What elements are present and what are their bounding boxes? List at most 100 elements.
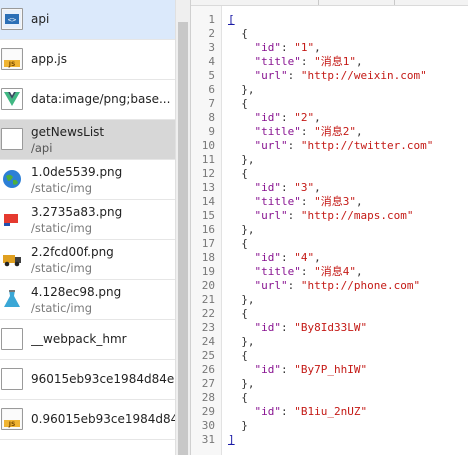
line-number: 25 [201, 349, 215, 362]
request-name: 3.2735a83.png [31, 205, 123, 219]
line-number: 9 [208, 125, 215, 138]
request-name: 1.0de5539.png [31, 165, 123, 179]
line-number-gutter: 1 2 3 4 5 6 7 8 9 10 11 12 13 14 15 16 17 18 19 20 21 22 23 24 2… [191, 6, 222, 455]
json-file-icon: <> [1, 8, 23, 30]
svg-text:JS: JS [8, 421, 16, 428]
line-number: 2 [208, 27, 215, 40]
json-line: "title": "消息3", [254, 195, 363, 208]
request-name: 4.128ec98.png [31, 285, 122, 299]
request-name: 96015eb93ce1984d84e7.hc [31, 372, 175, 386]
json-line: { [228, 167, 248, 181]
line-number: 28 [201, 391, 215, 404]
line-number: 26 [201, 363, 215, 376]
flask-image-icon [1, 288, 23, 310]
json-value: "消息3" [314, 195, 356, 208]
json-line: "id": "4", [254, 251, 321, 264]
request-item-png-2[interactable]: 2.2fcd00f.png /static/img [0, 240, 175, 280]
line-number: 3 [208, 41, 215, 54]
json-line: "url": "http://maps.com" [254, 209, 414, 222]
line-number: 10 [201, 139, 215, 152]
json-value: "By7P_hhIW" [294, 363, 368, 376]
response-json-viewer[interactable]: 1 2 3 4 5 6 7 8 9 10 11 12 13 14 15 16 17 18 19 20 21 22 23 24 2… [191, 6, 468, 455]
json-value: "消息4" [314, 265, 356, 278]
json-line: { [228, 27, 248, 41]
request-name: __webpack_hmr [31, 332, 127, 346]
red-flag-image-icon [1, 208, 23, 230]
json-line: }, [228, 377, 255, 391]
svg-text:<>: <> [8, 16, 16, 24]
json-value: "消息1" [314, 55, 356, 68]
request-name: 2.2fcd00f.png [31, 245, 114, 259]
json-value: "http://phone.com" [300, 279, 421, 292]
json-line: }, [228, 83, 255, 97]
json-key: "url" [254, 279, 288, 292]
request-item-png-1[interactable]: 1.0de5539.png /static/img [0, 160, 175, 200]
json-line: "id": "3", [254, 181, 321, 194]
json-key: "id" [254, 405, 282, 418]
json-punct: }, [228, 293, 255, 306]
document-icon [1, 328, 23, 350]
request-name: getNewsList [31, 125, 105, 139]
scrollbar-thumb[interactable] [178, 22, 188, 455]
line-number: 21 [201, 293, 215, 306]
request-path: /static/img [31, 221, 93, 235]
json-value: "http://weixin.com" [300, 69, 427, 82]
line-number: 4 [208, 55, 215, 68]
request-item-api[interactable]: <> api [0, 0, 175, 40]
json-punct: { [228, 97, 248, 110]
line-number: 13 [201, 181, 215, 194]
json-line: { [228, 307, 248, 321]
json-value: "1" [294, 41, 315, 54]
json-line: }, [228, 293, 255, 307]
line-number: 7 [208, 97, 215, 110]
request-item-png-3[interactable]: 3.2735a83.png /static/img [0, 200, 175, 240]
request-item-app-js[interactable]: JS app.js [0, 40, 175, 80]
request-path: /api [31, 141, 53, 155]
json-punct: }, [228, 335, 255, 348]
json-key: "url" [254, 69, 288, 82]
json-punct: }, [228, 83, 255, 96]
json-value: "B1iu_2nUZ" [294, 405, 368, 418]
json-value: "消息2" [314, 125, 356, 138]
json-key: "id" [254, 41, 282, 54]
line-number: 31 [201, 433, 215, 446]
json-punct: ] [228, 433, 235, 446]
request-item-hot-update[interactable]: 96015eb93ce1984d84e7.hc [0, 360, 175, 400]
line-number: 19 [201, 265, 215, 278]
header-separator [318, 0, 319, 5]
json-line: ] [228, 433, 235, 447]
line-number: 12 [201, 167, 215, 180]
line-number: 18 [201, 251, 215, 264]
json-punct: }, [228, 153, 255, 166]
line-number: 5 [208, 69, 215, 82]
json-line: { [228, 349, 248, 363]
globe-image-icon [1, 168, 23, 190]
json-line: }, [228, 335, 255, 349]
json-punct: { [228, 307, 248, 320]
header-separator [394, 0, 395, 5]
json-punct: }, [228, 377, 255, 390]
json-line: [ [228, 13, 235, 27]
request-item-data-image[interactable]: data:image/png;base... [0, 80, 175, 120]
json-value: "4" [294, 251, 315, 264]
json-line: "id": "By7P_hhIW" [254, 363, 368, 376]
request-list-scrollbar[interactable] [175, 0, 190, 455]
json-line: "title": "消息1", [254, 55, 363, 68]
line-number: 1 [208, 13, 215, 26]
json-line: }, [228, 153, 255, 167]
line-number: 23 [201, 321, 215, 334]
request-item-chunk-js[interactable]: JS 0.96015eb93ce1984d84e7... [0, 400, 175, 440]
json-line: "url": "http://twitter.com" [254, 139, 434, 152]
json-key: "title" [254, 55, 301, 68]
vue-logo-icon [1, 88, 23, 110]
json-key: "title" [254, 265, 301, 278]
json-key: "id" [254, 251, 282, 264]
line-number: 20 [201, 279, 215, 292]
json-key: "id" [254, 321, 282, 334]
request-item-getnewslist[interactable]: getNewsList /api [0, 120, 175, 160]
request-item-webpack-hmr[interactable]: __webpack_hmr [0, 320, 175, 360]
json-key: "url" [254, 139, 288, 152]
json-punct: [ [228, 13, 235, 26]
request-item-png-4[interactable]: 4.128ec98.png /static/img [0, 280, 175, 320]
json-punct: { [228, 237, 248, 250]
